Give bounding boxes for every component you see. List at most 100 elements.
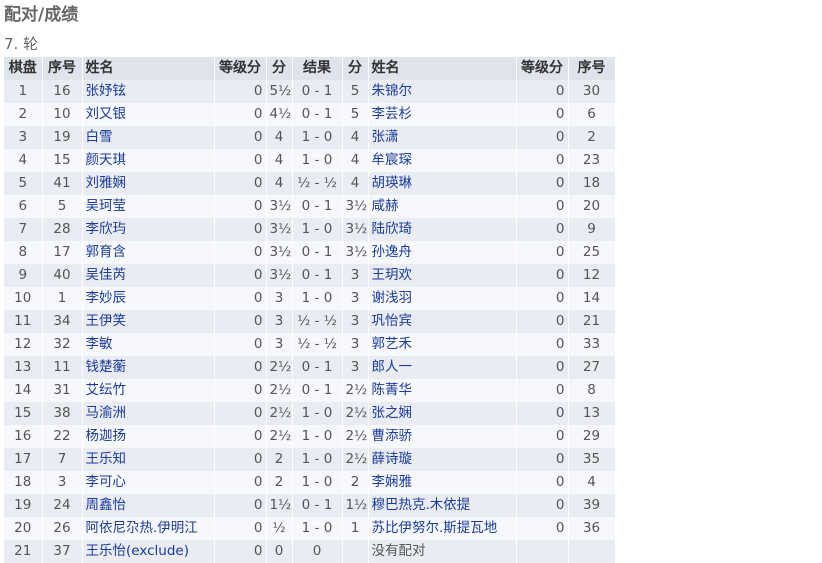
white-player-name-cell: 马渝洲 <box>82 402 215 425</box>
black-player-name-link[interactable]: 牟宸琛 <box>372 152 413 168</box>
black-player-name-link[interactable]: 张潇 <box>372 129 399 145</box>
black-player-name-link[interactable]: 穆巴热克.木依提 <box>372 497 471 513</box>
black-player-name-cell: 孙逸舟 <box>368 241 517 264</box>
black-player-name-link[interactable]: 陆欣琦 <box>372 221 413 237</box>
black-rating: 0 <box>516 494 569 517</box>
white-player-name-link[interactable]: 李欣玙 <box>86 221 127 237</box>
col-header-name-white[interactable]: 姓名 <box>82 57 215 80</box>
black-player-name-link[interactable]: 巩怡宾 <box>372 313 413 329</box>
black-points: 3 <box>342 287 369 310</box>
black-player-name-link[interactable]: 李芸杉 <box>372 106 413 122</box>
white-points: 2½ <box>266 356 293 379</box>
game-result: 1 - 0 <box>292 126 343 149</box>
white-player-name-link[interactable]: 马渝洲 <box>86 405 127 421</box>
black-player-name-link[interactable]: 张之娴 <box>372 405 413 421</box>
table-row: 8 17 郭育含 0 3½ 0 - 1 3½ 孙逸舟 0 25 <box>4 241 616 264</box>
black-seed-number: 18 <box>568 172 616 195</box>
white-rating: 0 <box>214 494 267 517</box>
black-points: 4 <box>342 126 369 149</box>
white-player-name-link[interactable]: 王乐怡(exclude) <box>86 543 189 559</box>
round-label: 7. 轮 <box>4 35 39 53</box>
col-header-points-white[interactable]: 分 <box>266 57 293 80</box>
white-seed-number: 10 <box>42 103 83 126</box>
table-row: 20 26 阿依尼尕热.伊明江 0 ½ 1 - 0 1 苏比伊努尔.斯提瓦地 0 36 <box>4 517 616 540</box>
white-player-name-link[interactable]: 李妙辰 <box>86 290 127 306</box>
white-player-name-link[interactable]: 杨迦扬 <box>86 428 127 444</box>
white-rating: 0 <box>214 103 267 126</box>
game-result: 1 - 0 <box>292 425 343 448</box>
white-seed-number: 3 <box>42 471 83 494</box>
white-points: 3½ <box>266 218 293 241</box>
black-player-name-link[interactable]: 胡瑛琳 <box>372 175 413 191</box>
white-rating: 0 <box>214 402 267 425</box>
white-points: 3 <box>266 333 293 356</box>
black-player-name-cell: 王玥欢 <box>368 264 517 287</box>
white-player-name-link[interactable]: 白雪 <box>86 129 113 145</box>
black-player-name-link[interactable]: 郎人一 <box>372 359 413 375</box>
black-player-name-link[interactable]: 陈菁华 <box>372 382 413 398</box>
white-player-name-link[interactable]: 李敏 <box>86 336 113 352</box>
black-player-name-cell: 李芸杉 <box>368 103 517 126</box>
col-header-points-black[interactable]: 分 <box>342 57 369 80</box>
black-player-name-link[interactable]: 谢浅羽 <box>372 290 413 306</box>
col-header-board[interactable]: 棋盘 <box>4 57 43 80</box>
black-player-name-link[interactable]: 孙逸舟 <box>372 244 413 260</box>
white-player-name-link[interactable]: 王乐知 <box>86 451 127 467</box>
black-seed-number: 9 <box>568 218 616 241</box>
white-player-name-cell: 李妙辰 <box>82 287 215 310</box>
white-player-name-cell: 吴珂莹 <box>82 195 215 218</box>
white-rating: 0 <box>214 379 267 402</box>
game-result: 0 - 1 <box>292 494 343 517</box>
white-points: 4½ <box>266 103 293 126</box>
col-header-rating-black[interactable]: 等级分 <box>516 57 569 80</box>
table-row: 17 7 王乐知 0 2 1 - 0 2½ 薛诗璇 0 35 <box>4 448 616 471</box>
white-player-name-link[interactable]: 颜天琪 <box>86 152 127 168</box>
col-header-rating-white[interactable]: 等级分 <box>214 57 267 80</box>
game-result: 0 - 1 <box>292 356 343 379</box>
black-player-name-link[interactable]: 李娴雅 <box>372 474 413 490</box>
black-player-name-cell: 陆欣琦 <box>368 218 517 241</box>
col-header-no-white[interactable]: 序号 <box>42 57 83 80</box>
black-rating: 0 <box>516 218 569 241</box>
table-row: 5 41 刘雅娴 0 4 ½ - ½ 4 胡瑛琳 0 18 <box>4 172 616 195</box>
black-player-name-link[interactable]: 薛诗璇 <box>372 451 413 467</box>
white-player-name-link[interactable]: 李可心 <box>86 474 127 490</box>
black-player-name-link[interactable]: 王玥欢 <box>372 267 413 283</box>
white-player-name-link[interactable]: 张妤铉 <box>86 83 127 99</box>
col-header-no-black[interactable]: 序号 <box>568 57 616 80</box>
white-rating: 0 <box>214 448 267 471</box>
black-player-name-link[interactable]: 郭艺禾 <box>372 336 413 352</box>
black-points: 5 <box>342 103 369 126</box>
white-rating: 0 <box>214 287 267 310</box>
board-number: 2 <box>4 103 43 126</box>
white-player-name-link[interactable]: 刘雅娴 <box>86 175 127 191</box>
white-player-name-link[interactable]: 吴佳芮 <box>86 267 127 283</box>
white-seed-number: 41 <box>42 172 83 195</box>
black-player-name-link[interactable]: 朱锦尔 <box>372 83 413 99</box>
white-player-name-link[interactable]: 阿依尼尕热.伊明江 <box>86 520 198 536</box>
black-seed-number: 14 <box>568 287 616 310</box>
white-player-name-cell: 艾纭竹 <box>82 379 215 402</box>
col-header-result[interactable]: 结果 <box>292 57 343 80</box>
white-rating: 0 <box>214 149 267 172</box>
black-player-name-link[interactable]: 曹添骄 <box>372 428 413 444</box>
white-player-name-link[interactable]: 艾纭竹 <box>86 382 127 398</box>
col-header-name-black[interactable]: 姓名 <box>368 57 517 80</box>
black-player-name-link[interactable]: 咸赫 <box>372 198 399 214</box>
table-row: 16 22 杨迦扬 0 2½ 1 - 0 2½ 曹添骄 0 29 <box>4 425 616 448</box>
black-seed-number: 12 <box>568 264 616 287</box>
white-player-name-link[interactable]: 钱楚蘅 <box>86 359 127 375</box>
white-player-name-link[interactable]: 吴珂莹 <box>86 198 127 214</box>
white-player-name-link[interactable]: 刘又银 <box>86 106 127 122</box>
board-number: 21 <box>4 540 43 563</box>
white-player-name-cell: 颜天琪 <box>82 149 215 172</box>
black-seed-number: 2 <box>568 126 616 149</box>
white-player-name-cell: 刘雅娴 <box>82 172 215 195</box>
white-player-name-link[interactable]: 王伊笑 <box>86 313 127 329</box>
black-seed-number: 27 <box>568 356 616 379</box>
black-player-name-link[interactable]: 苏比伊努尔.斯提瓦地 <box>372 520 498 536</box>
white-player-name-link[interactable]: 周鑫怡 <box>86 497 127 513</box>
white-player-name-link[interactable]: 郭育含 <box>86 244 127 260</box>
black-rating: 0 <box>516 425 569 448</box>
game-result: 0 - 1 <box>292 195 343 218</box>
